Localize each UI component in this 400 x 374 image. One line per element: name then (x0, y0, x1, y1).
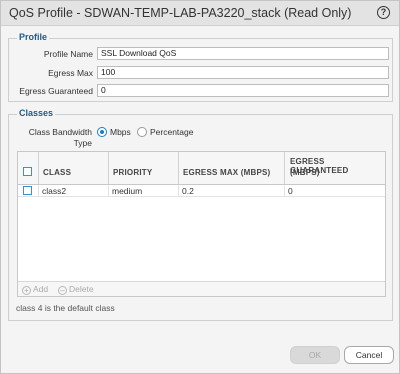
percentage-radio[interactable] (137, 127, 147, 137)
help-icon[interactable]: ? (377, 6, 390, 19)
egress-guaranteed-label: Egress Guaranteed (19, 86, 93, 96)
ok-button[interactable]: OK (290, 346, 340, 364)
egress-max-label: Egress Max (48, 68, 93, 78)
minus-circle-icon: – (58, 286, 67, 295)
classes-section: Classes Class Bandwidth Type Mbps Percen… (8, 108, 393, 321)
bandwidth-type-label-line2: Type (73, 138, 92, 148)
bandwidth-type-label-line1: Class Bandwidth (28, 127, 92, 137)
delete-button[interactable]: – Delete (58, 284, 94, 295)
classes-table: CLASS PRIORITY EGRESS MAX (MBPS) EGRESS … (17, 151, 386, 297)
cell-egress-guaranteed: 0 (288, 186, 293, 196)
classes-section-heading: Classes (17, 108, 56, 118)
cell-class[interactable]: class2 (42, 186, 66, 196)
delete-button-label: Delete (69, 284, 94, 294)
column-header-priority[interactable]: PRIORITY (108, 152, 178, 185)
cancel-button[interactable]: Cancel (344, 346, 394, 364)
add-button-label: Add (33, 284, 49, 294)
row-divider (108, 185, 109, 197)
column-header-egress-guaranteed[interactable]: EGRESS GUARANTEED (MBPS) (284, 152, 385, 185)
column-header-egress-max[interactable]: EGRESS MAX (MBPS) (178, 152, 284, 185)
add-button[interactable]: + Add (22, 284, 48, 295)
mbps-radio-label[interactable]: Mbps (110, 127, 131, 137)
classes-table-header: CLASS PRIORITY EGRESS MAX (MBPS) EGRESS … (18, 152, 385, 185)
row-checkbox[interactable] (23, 186, 32, 195)
dialog-title: QoS Profile - SDWAN-TEMP-LAB-PA3220_stac… (9, 6, 352, 20)
row-divider (284, 185, 285, 197)
qos-profile-dialog: QoS Profile - SDWAN-TEMP-LAB-PA3220_stac… (0, 0, 400, 374)
row-divider (38, 185, 39, 197)
cell-egress-max: 0.2 (182, 186, 194, 196)
plus-circle-icon: + (22, 286, 31, 295)
table-row[interactable]: class2 medium 0.2 0 (18, 185, 385, 197)
profile-section-heading: Profile (17, 32, 50, 42)
classes-table-toolbar: + Add – Delete (18, 281, 385, 296)
profile-section: Profile Profile Name SSL Download QoS Eg… (8, 32, 393, 102)
profile-name-field[interactable]: SSL Download QoS (97, 47, 389, 60)
default-class-note: class 4 is the default class (16, 303, 115, 313)
select-all-checkbox[interactable] (23, 167, 32, 176)
row-divider (178, 185, 179, 197)
profile-name-label: Profile Name (43, 49, 93, 59)
percentage-radio-label[interactable]: Percentage (150, 127, 193, 137)
egress-max-field[interactable]: 100 (97, 66, 389, 79)
egress-guaranteed-field[interactable]: 0 (97, 84, 389, 97)
cell-priority: medium (112, 186, 143, 196)
dialog-title-bar[interactable]: QoS Profile - SDWAN-TEMP-LAB-PA3220_stac… (1, 1, 399, 26)
bandwidth-type-label: Class Bandwidth Type (17, 127, 92, 149)
column-header-class[interactable]: CLASS (38, 152, 108, 185)
mbps-radio[interactable] (97, 127, 107, 137)
